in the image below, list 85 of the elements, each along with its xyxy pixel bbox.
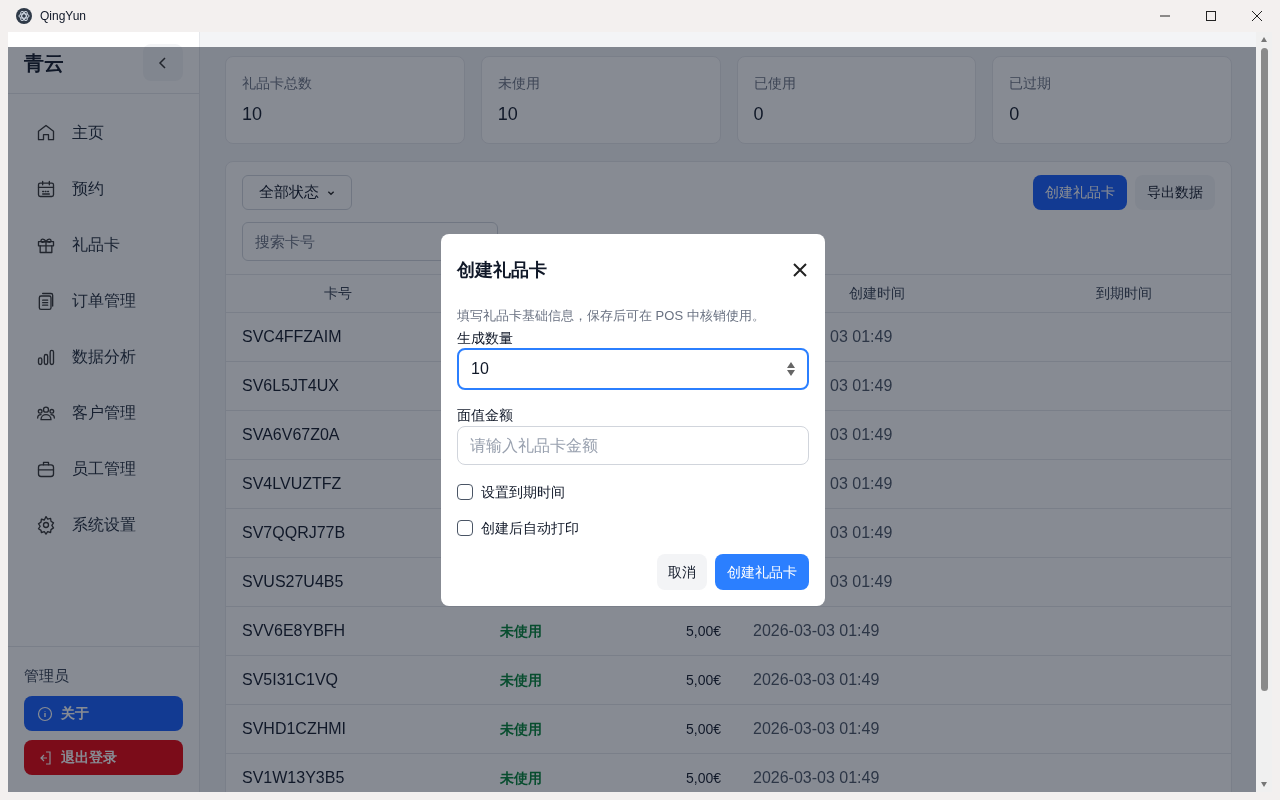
app-logo-icon [16, 8, 32, 24]
home-icon [36, 123, 56, 143]
dialog-description: 填写礼品卡基础信息，保存后可在 POS 中核销使用。 [457, 307, 766, 325]
collapse-button[interactable] [143, 44, 183, 81]
nav-item[interactable]: 预约 [24, 165, 183, 213]
nav-item[interactable]: 订单管理 [24, 277, 183, 325]
stat-label: 已过期 [1009, 74, 1053, 93]
scroll-up-icon[interactable] [1260, 36, 1268, 44]
card-number: SVV6E8YBFH [241, 621, 347, 641]
logout-button[interactable]: 退出登录 [24, 740, 183, 775]
created-time: 03 01:49 [830, 475, 893, 492]
create-card-button[interactable]: 创建礼品卡 [1033, 175, 1127, 210]
stat-label: 未使用 [497, 74, 541, 93]
about-button[interactable]: 关于 [24, 696, 183, 731]
amount: 5,00€ [685, 721, 721, 737]
checkbox[interactable] [457, 484, 473, 500]
created-time: 03 01:49 [830, 573, 893, 590]
status-label: 未使用 [500, 721, 542, 737]
clipboard-icon [36, 291, 56, 311]
column-header: 卡号 [323, 284, 353, 303]
search-field[interactable]: 搜索卡号 [242, 222, 498, 261]
card-number: SV1W13Y3B5 [241, 768, 346, 788]
created-time: 2026-03-03 01:49 [753, 671, 880, 688]
card-number: SVA6V67Z0A [241, 425, 341, 445]
card-number: SVC4FFZAIM [241, 327, 343, 347]
created-time: 03 01:49 [830, 328, 893, 345]
dialog-title: 创建礼品卡 [457, 258, 547, 282]
info-icon [37, 705, 53, 722]
scroll-down-icon[interactable] [1260, 780, 1268, 788]
nav-item[interactable]: 客户管理 [24, 389, 183, 437]
checkbox-label: 设置到期时间 [481, 482, 565, 502]
stat-label: 已使用 [753, 74, 797, 93]
created-time: 2026-03-03 01:49 [753, 622, 880, 639]
export-button[interactable]: 导出数据 [1135, 175, 1215, 210]
nav-item[interactable]: 主页 [24, 109, 183, 157]
amount: 5,00€ [685, 672, 721, 688]
amount: 5,00€ [685, 770, 721, 786]
select-value: 全部状态 [259, 182, 319, 203]
created-time: 03 01:49 [830, 377, 893, 394]
gift-icon [36, 235, 56, 255]
column-header: 到期时间 [1095, 284, 1153, 303]
status-label: 未使用 [500, 770, 542, 786]
stat-value: 0 [753, 103, 765, 126]
field-label: 生成数量 [457, 329, 514, 348]
status-label: 未使用 [500, 672, 542, 688]
created-time: 2026-03-03 01:49 [753, 769, 880, 786]
column-header: 创建时间 [848, 284, 906, 303]
checkbox[interactable] [457, 520, 473, 536]
card-number: SV4LVUZTFZ [241, 474, 343, 494]
nav-item[interactable]: 数据分析 [24, 333, 183, 381]
card-number: SV5I31C1VQ [241, 670, 340, 690]
cancel-button[interactable]: 取消 [657, 554, 707, 590]
quantity-field[interactable]: 10 [457, 348, 809, 390]
stat-value: 10 [242, 103, 264, 126]
close-icon [792, 262, 808, 278]
stat-label: 礼品卡总数 [242, 74, 313, 93]
nav-item[interactable]: 礼品卡 [24, 221, 183, 269]
nav-item[interactable]: 员工管理 [24, 445, 183, 493]
card-number: SVUS27U4B5 [241, 572, 345, 592]
stat-value: 0 [1009, 103, 1021, 126]
created-time: 03 01:49 [830, 426, 893, 443]
stat-value: 10 [497, 103, 519, 126]
create-button[interactable]: 创建礼品卡 [715, 554, 809, 590]
calendar-icon [36, 179, 56, 199]
nav-item[interactable]: 系统设置 [24, 501, 183, 549]
checkbox-row[interactable]: 创建后自动打印 [457, 518, 809, 538]
checkbox-label: 创建后自动打印 [481, 518, 579, 538]
status-select[interactable]: 全部状态 [242, 175, 352, 210]
card-number: SV6L5JT4UX [241, 376, 340, 396]
card-number: SV7QQRJ77B [241, 523, 347, 543]
gear-icon [36, 515, 56, 535]
window-title: QingYun [40, 8, 87, 25]
bar-chart-icon [36, 347, 56, 367]
app-logo: 青云 [24, 50, 64, 76]
scroll-thumb[interactable] [1260, 48, 1268, 691]
briefcase-icon [36, 459, 56, 479]
amount: 5,00€ [685, 623, 721, 639]
created-time: 03 01:49 [830, 524, 893, 541]
field-label: 面值金额 [457, 406, 514, 425]
user-role: 管理员 [24, 665, 70, 686]
created-time: 2026-03-03 01:49 [753, 720, 880, 737]
status-label: 未使用 [500, 623, 542, 639]
amount-field[interactable]: 请输入礼品卡金额 [457, 426, 809, 465]
checkbox-row[interactable]: 设置到期时间 [457, 482, 809, 502]
card-number: SVHD1CZHMI [241, 719, 347, 739]
